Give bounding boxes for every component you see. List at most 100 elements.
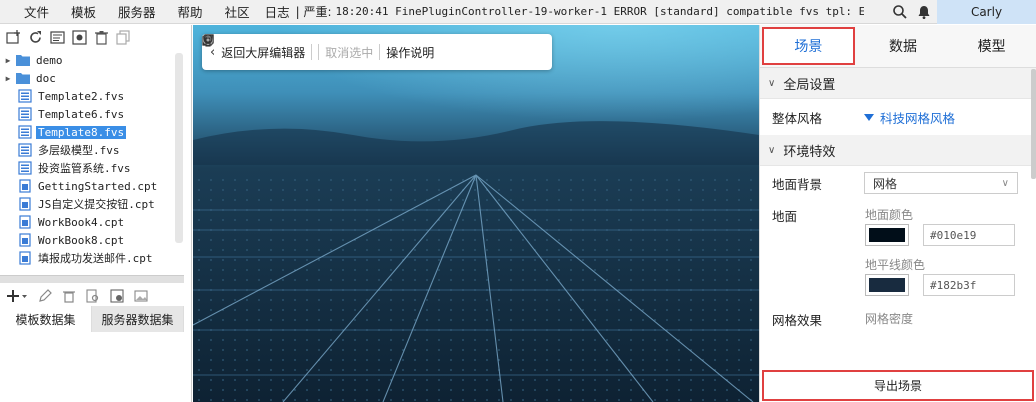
tree-item[interactable]: Template2.fvs	[0, 87, 186, 105]
scene-grid-floor	[193, 25, 759, 402]
cpt-file-icon	[19, 215, 31, 229]
folder-icon	[16, 73, 30, 84]
cancel-selection-button[interactable]: 取消选中	[325, 44, 373, 61]
panel-splitter[interactable]	[0, 275, 184, 283]
dropdown-triangle-icon	[864, 113, 874, 121]
tree-item[interactable]: 填报成功发送邮件.cpt	[0, 249, 186, 267]
dataset-tabs: 模板数据集 服务器数据集	[0, 306, 184, 332]
bell-icon[interactable]	[916, 4, 932, 20]
ground-color-input[interactable]: #010e19	[923, 224, 1015, 246]
tab-template-dataset[interactable]: 模板数据集	[0, 306, 92, 332]
tree-folder-doc[interactable]: ▶ doc	[0, 69, 186, 87]
preview-icon[interactable]	[84, 287, 102, 305]
scene-canvas[interactable]: ‹ 返回大屏编辑器 取消选中 操作说明	[193, 25, 759, 402]
tree-item[interactable]: WorkBook4.cpt	[0, 213, 186, 231]
tree-item-label: 填报成功发送邮件.cpt	[38, 252, 153, 265]
dataset-image-icon[interactable]	[132, 287, 150, 305]
tree-scrollbar[interactable]	[175, 53, 183, 243]
template-toolbar	[0, 25, 191, 49]
back-to-editor-button[interactable]: 返回大屏编辑器	[221, 44, 305, 61]
delete-icon[interactable]	[92, 28, 110, 46]
section-global-settings[interactable]: ∨ 全局设置	[760, 68, 1036, 99]
tree-item[interactable]: 多层级模型.fvs	[0, 141, 186, 159]
ground-background-value: 网格	[873, 176, 898, 191]
ground-settings: 地面 地面颜色 #010e19 地平线颜色 #182b3f 网格效果 网格密度	[760, 200, 1036, 328]
menu-template[interactable]: 模板	[60, 2, 107, 21]
menu-help[interactable]: 帮助	[167, 2, 214, 21]
tree-item-label: Template6.fvs	[38, 107, 125, 121]
refresh-icon[interactable]	[26, 28, 44, 46]
settings-icon[interactable]	[70, 28, 88, 46]
tree-item-label: 多层级模型.fvs	[38, 144, 120, 157]
template-tree: ▶ demo ▶ doc Template2.fvs Template6.fvs T…	[0, 51, 186, 291]
property-scrollbar[interactable]	[1031, 69, 1036, 179]
tree-item-selected[interactable]: Template8.fvs	[0, 123, 186, 141]
menu-bar: 文件 模板 服务器 帮助 社区 日志 | 严重: 18:20:41 FinePl…	[0, 0, 1036, 24]
horizon-color-label: 地平线颜色	[865, 258, 926, 272]
tree-item-label: Template8.fvs	[36, 125, 127, 139]
search-icon[interactable]	[892, 4, 908, 20]
fvs-file-icon	[18, 161, 32, 175]
fvs-file-icon	[18, 107, 32, 121]
tab-server-dataset[interactable]: 服务器数据集	[92, 306, 184, 332]
chevron-down-icon: ∨	[1001, 177, 1009, 189]
overall-style-row: 整体风格 科技网格风格	[760, 99, 1036, 135]
expand-arrow-icon[interactable]: ▶	[2, 74, 14, 83]
menu-server[interactable]: 服务器	[107, 2, 167, 21]
expand-arrow-icon[interactable]: ▶	[2, 56, 14, 65]
fvs-file-icon	[18, 125, 32, 139]
horizon-color-input[interactable]: #182b3f	[923, 274, 1015, 296]
tree-item[interactable]: GettingStarted.cpt	[0, 177, 186, 195]
chevron-down-icon: ∨	[768, 77, 776, 89]
lightbulb-icon	[203, 34, 213, 47]
template-panel: ▶ demo ▶ doc Template2.fvs Template6.fvs T…	[0, 25, 192, 402]
copy-icon[interactable]	[114, 28, 132, 46]
tree-folder-demo[interactable]: ▶ demo	[0, 51, 186, 69]
menu-log[interactable]: 日志	[261, 2, 294, 21]
menu-file[interactable]: 文件	[0, 2, 60, 21]
divider	[379, 44, 381, 60]
overall-style-label: 整体风格	[772, 110, 823, 126]
tree-item[interactable]: Template6.fvs	[0, 105, 186, 123]
ground-background-select[interactable]: 网格 ∨	[864, 172, 1018, 194]
tree-item-label: doc	[36, 71, 56, 85]
add-dataset-icon[interactable]	[4, 287, 30, 305]
ground-background-label: 地面背景	[772, 176, 823, 192]
log-severity: | 严重:	[295, 5, 332, 19]
delete-dataset-icon[interactable]	[60, 287, 78, 305]
ground-background-row: 地面背景 网格 ∨	[760, 166, 1036, 200]
log-message[interactable]: 18:20:41 FinePluginController-19-worker-…	[336, 5, 864, 18]
cpt-file-icon	[19, 179, 31, 193]
overall-style-value: 科技网格风格	[880, 110, 956, 126]
grid-effect-label: 网格效果	[772, 313, 823, 328]
tab-scene[interactable]: 场景	[762, 27, 855, 65]
tree-item[interactable]: JS自定义提交按钮.cpt	[0, 195, 186, 213]
divider	[311, 44, 313, 60]
menu-community[interactable]: 社区	[214, 2, 261, 21]
user-name[interactable]: Carly	[937, 0, 1036, 24]
tab-model[interactable]: 模型	[947, 25, 1036, 67]
floating-toolbar: ‹ 返回大屏编辑器 取消选中 操作说明	[202, 34, 552, 70]
export-scene-button[interactable]: 导出场景	[762, 370, 1034, 401]
horizon-color-swatch[interactable]	[865, 274, 909, 296]
tree-item[interactable]: WorkBook8.cpt	[0, 231, 186, 249]
edit-icon[interactable]	[36, 287, 54, 305]
cpt-file-icon	[19, 233, 31, 247]
tree-item-label: 投资监管系统.fvs	[38, 162, 131, 175]
tab-data[interactable]: 数据	[859, 25, 948, 67]
tree-item-label: WorkBook8.cpt	[38, 233, 125, 247]
display-icon[interactable]	[48, 28, 66, 46]
operation-guide-button[interactable]: 操作说明	[386, 44, 434, 61]
fvs-file-icon	[18, 89, 32, 103]
section-environment-effects[interactable]: ∨ 环境特效	[760, 135, 1036, 166]
tree-item-label: WorkBook4.cpt	[38, 215, 125, 229]
tree-item[interactable]: 投资监管系统.fvs	[0, 159, 186, 177]
tree-item-label: GettingStarted.cpt	[38, 179, 158, 193]
new-folder-icon[interactable]	[4, 28, 22, 46]
dataset-settings-icon[interactable]	[108, 287, 126, 305]
ground-color-swatch[interactable]	[865, 224, 909, 246]
tree-item-label: demo	[36, 53, 63, 67]
tree-item-label: Template2.fvs	[38, 89, 125, 103]
overall-style-dropdown[interactable]: 科技网格风格	[864, 108, 955, 127]
ground-color-label: 地面颜色	[865, 208, 914, 222]
